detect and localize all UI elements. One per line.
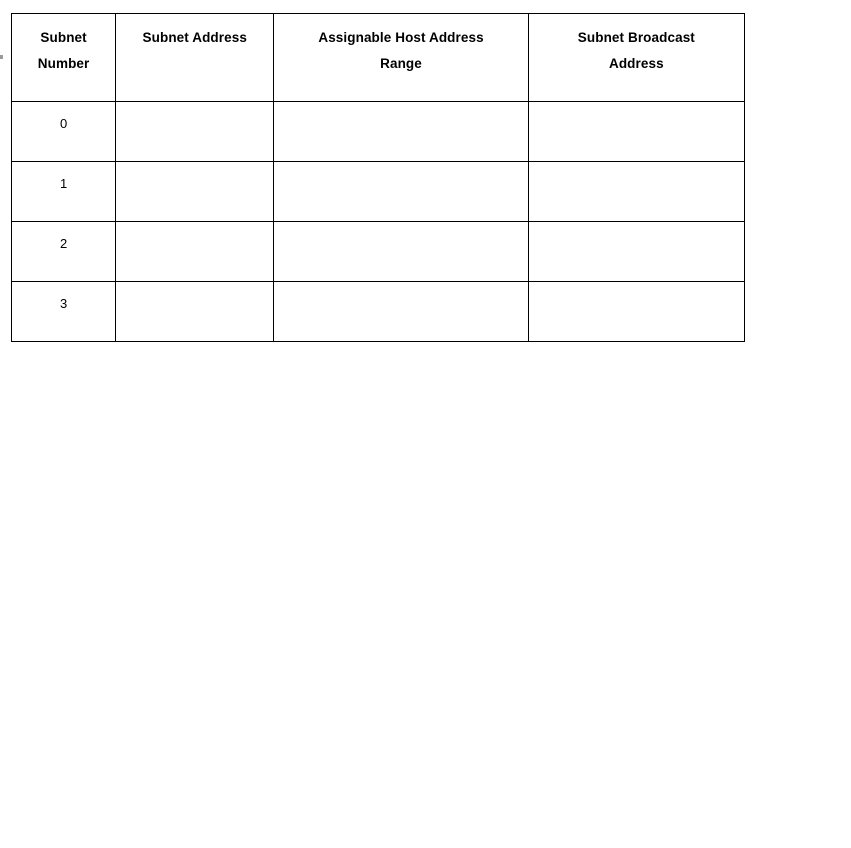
- cell-subnet-number: 2: [10, 221, 117, 282]
- column-header-subnet-number: Subnet Number: [10, 13, 117, 102]
- column-header-broadcast-address-line1: Subnet Broadcast: [577, 30, 695, 45]
- cell-subnet-address[interactable]: [115, 281, 275, 342]
- table-row: 0: [10, 101, 746, 162]
- column-header-broadcast-address-line2: Address: [608, 56, 664, 71]
- cell-subnet-address[interactable]: [115, 161, 275, 222]
- document-page: Subnet Number Subnet Address Assignable …: [0, 0, 851, 848]
- cell-subnet-number: 1: [10, 161, 117, 222]
- table-row: 2: [10, 221, 746, 282]
- cell-host-range[interactable]: [273, 161, 529, 222]
- cell-subnet-address[interactable]: [115, 221, 275, 282]
- cell-broadcast-address[interactable]: [527, 281, 746, 342]
- cell-host-range[interactable]: [273, 101, 529, 162]
- column-header-subnet-number-line1: Subnet: [40, 30, 87, 45]
- cell-host-range[interactable]: [273, 221, 529, 282]
- page-edge-artifact: [0, 55, 3, 59]
- cell-broadcast-address[interactable]: [527, 221, 746, 282]
- cell-subnet-number: 0: [10, 101, 117, 162]
- column-header-host-range: Assignable Host Address Range: [273, 13, 529, 102]
- subnet-planning-table: Subnet Number Subnet Address Assignable …: [10, 13, 746, 342]
- column-header-subnet-number-line2: Number: [37, 56, 90, 71]
- table-header-row: Subnet Number Subnet Address Assignable …: [10, 13, 746, 102]
- cell-broadcast-address[interactable]: [527, 101, 746, 162]
- column-header-subnet-address: Subnet Address: [115, 13, 275, 102]
- cell-broadcast-address[interactable]: [527, 161, 746, 222]
- column-header-subnet-address-line1: Subnet Address: [142, 30, 247, 45]
- cell-subnet-address[interactable]: [115, 101, 275, 162]
- column-header-host-range-line1: Assignable Host Address: [318, 30, 484, 45]
- table-row: 3: [10, 281, 746, 342]
- column-header-broadcast-address: Subnet Broadcast Address: [527, 13, 746, 102]
- cell-host-range[interactable]: [273, 281, 529, 342]
- cell-subnet-number: 3: [10, 281, 117, 342]
- column-header-host-range-line2: Range: [380, 56, 422, 71]
- table-row: 1: [10, 161, 746, 222]
